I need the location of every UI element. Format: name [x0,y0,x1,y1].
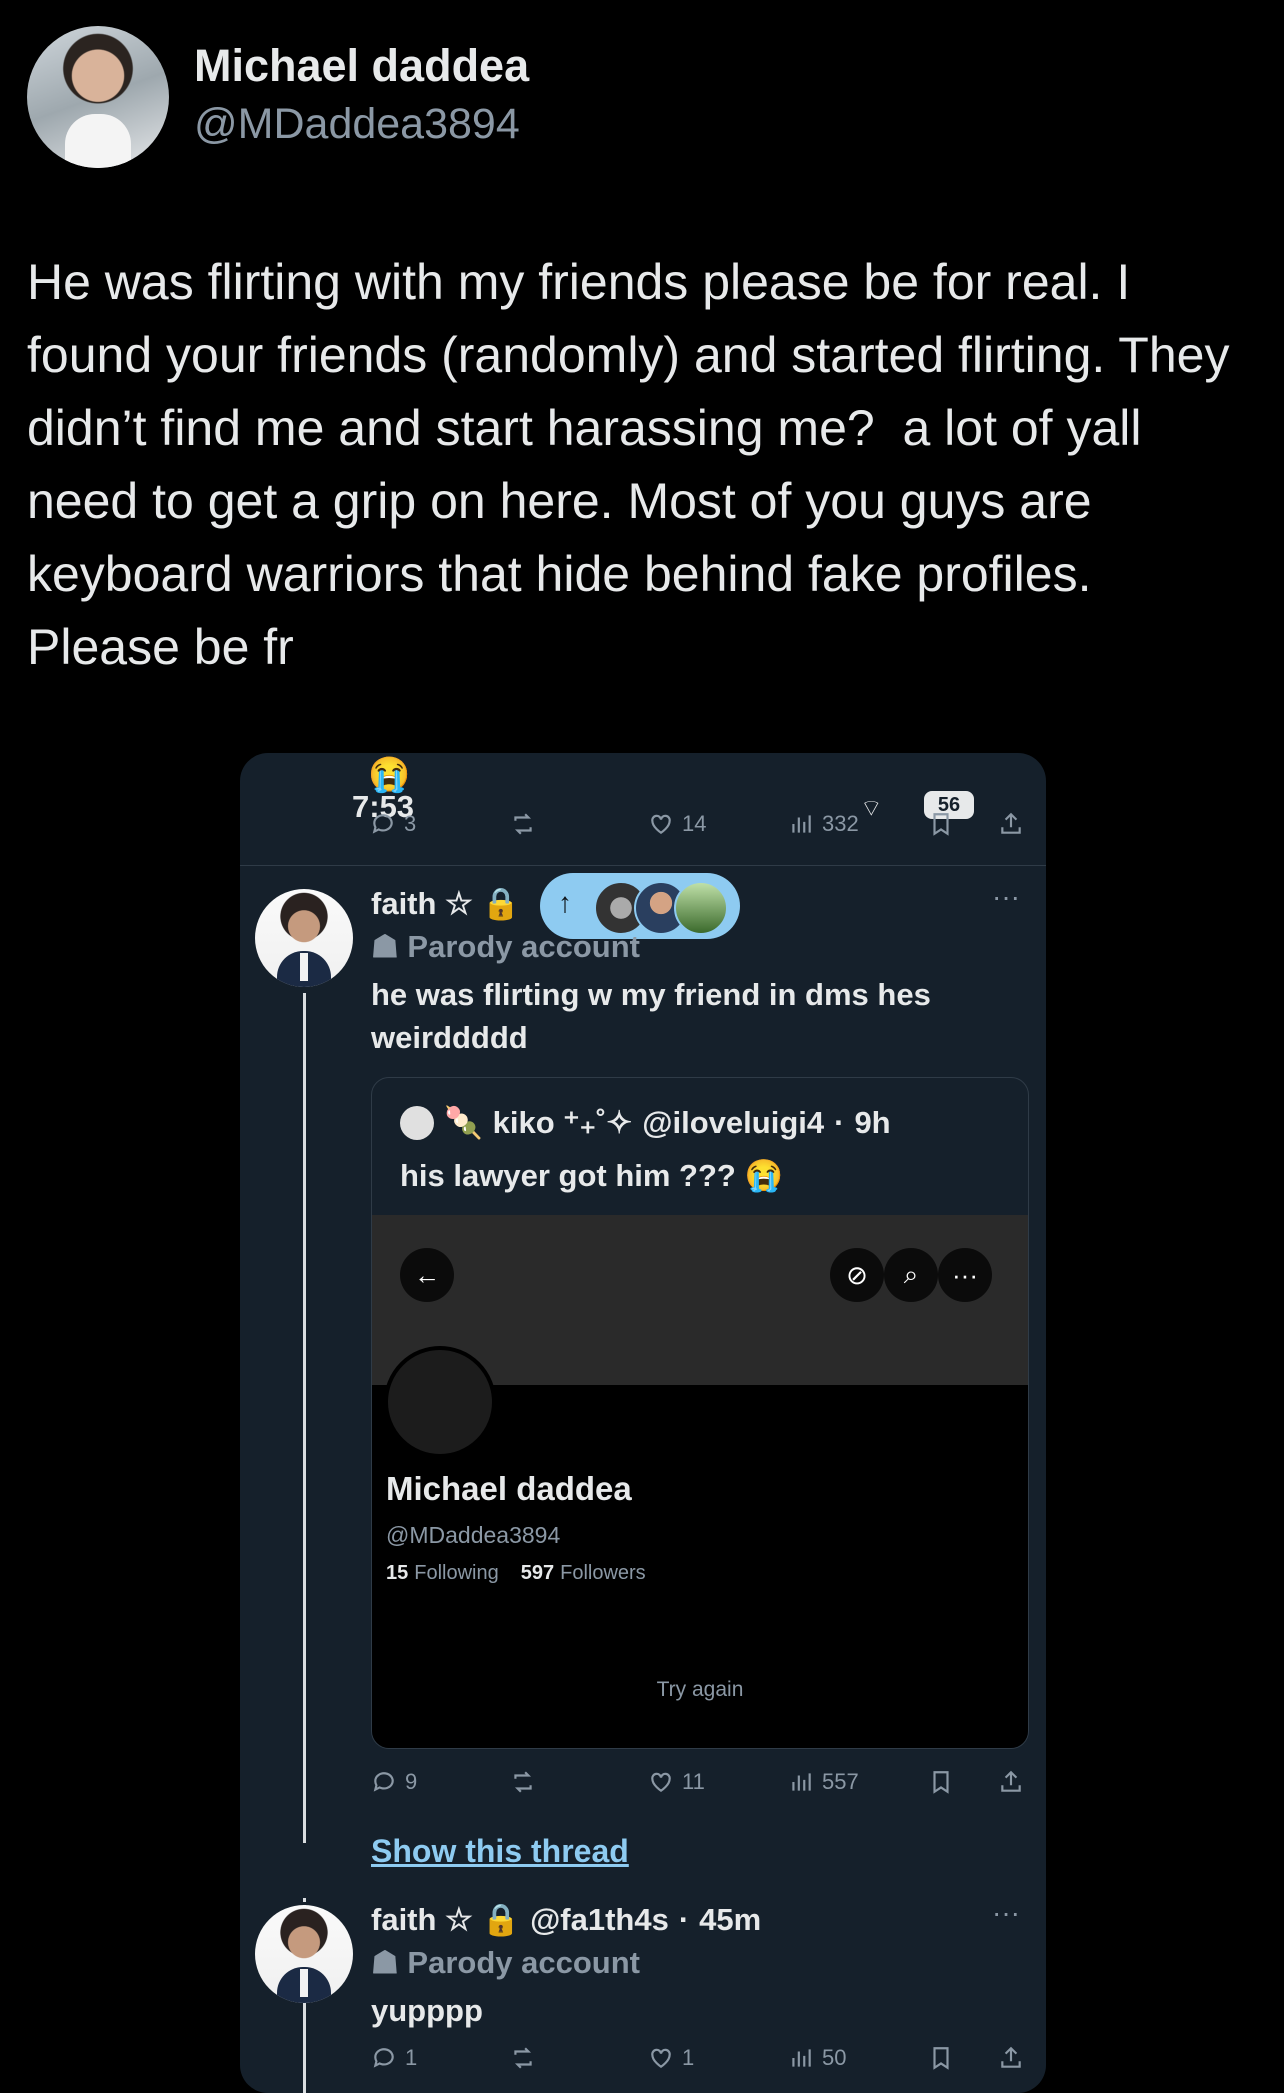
like-count: 1 [682,2045,695,2070]
mask-icon: ☗ [371,929,399,964]
post1-author[interactable]: faith ☆ 🔒 [371,885,520,922]
views-stat[interactable]: 557 [788,1769,859,1795]
bookmark-button[interactable] [928,1769,954,1795]
following-count: 15 [386,1562,409,1584]
arrow-up-icon: ↑ [558,887,572,918]
faith-avatar[interactable] [255,889,353,987]
reply-icon [373,1772,394,1792]
post2-text: yupppp [371,1993,483,2028]
reply-count: 3 [404,811,417,836]
pill-avatar-3 [674,881,728,935]
bookmark-button-2[interactable] [928,2045,954,2071]
retweet-icon [514,1771,532,1793]
author-display-name[interactable]: Michael daddea [194,40,529,92]
search-icon[interactable]: ⌕ [884,1248,938,1302]
bookmark-icon [933,1771,949,1794]
thread-line-bottom [303,2003,306,2093]
heart-icon [651,2048,671,2068]
more-icon[interactable]: ··· [938,1248,992,1302]
profile-avatar [384,1346,496,1458]
show-thread-link[interactable]: Show this thread [371,1833,629,1870]
mute-icon[interactable]: ⊘ [830,1248,884,1302]
views-icon [792,815,811,833]
like-count: 14 [682,811,707,836]
divider [240,865,1046,866]
heart-icon [651,1772,671,1792]
post2-author[interactable]: faith ☆ 🔒 @fa1th4s · 45m [371,1901,761,1938]
wifi-icon: ⌔ [860,795,883,822]
candy-icon: 🍡 [444,1105,483,1140]
profile-counts: 15 Following 597 Followers [386,1562,646,1585]
views-icon [792,1773,811,1791]
share-button[interactable] [998,1769,1024,1795]
quote-header: 🍡 kiko ⁺₊˚✧ @iloveluigi4 · 9h [400,1104,891,1141]
quote-avatar-icon [400,1105,434,1140]
bookmark-button-top[interactable] [928,811,954,837]
quoted-tweet-card[interactable]: 🍡 kiko ⁺₊˚✧ @iloveluigi4 · 9h his lawyer… [371,1077,1029,1749]
following-label: Following [414,1562,499,1584]
post1-text: he was flirting w my friend in dms hes w… [371,977,931,1055]
retweet-stat[interactable] [510,1769,536,1795]
retweet-stat-2[interactable] [510,2045,536,2071]
more-icon[interactable]: ··· [992,881,1020,913]
thread-line [303,993,306,1843]
share-button-2[interactable] [998,2045,1024,2071]
profile-handle: @MDaddea3894 [386,1522,561,1548]
views-count: 332 [822,811,859,836]
views-count: 50 [822,2045,847,2070]
views-stat-2[interactable]: 50 [788,2045,846,2071]
reply-icon [372,814,393,834]
quote-handle: @iloveluigi4 [642,1104,825,1140]
views-count: 557 [822,1769,859,1794]
reply-count: 9 [405,1769,418,1794]
share-icon [1001,1770,1021,1792]
author-avatar[interactable] [27,26,169,168]
author-handle[interactable]: @MDaddea3894 [194,100,520,149]
bookmark-icon [933,813,949,836]
like-stat-2[interactable]: 1 [648,2045,694,2071]
post2-time: 45m [699,1901,762,1937]
heart-icon [651,814,671,834]
reply-stat[interactable]: 9 [371,1769,417,1795]
share-button-top[interactable] [998,811,1024,837]
retweet-icon [514,813,532,835]
reply-stat-2[interactable]: 1 [371,2045,417,2071]
quote-text: his lawyer got him ??? 😭 [400,1158,784,1193]
reply-count: 1 [405,2045,418,2070]
share-icon [1001,2046,1021,2068]
try-again-button[interactable]: Try again [372,1678,1028,1702]
tweet-text: He was flirting with my friends please b… [27,254,1244,675]
arrow-left-icon[interactable]: ← [400,1248,454,1302]
like-stat[interactable]: 11 [648,1769,705,1795]
embedded-screenshot: 😭 7:53 3 14 332 ⌔ 56 faith ☆ 🔒 ↑ ··· ☗ P… [240,753,1046,2093]
retweet-icon [514,2047,532,2069]
profile-name: Michael daddea [386,1470,632,1507]
more-icon[interactable]: ··· [992,1897,1020,1929]
post2-parody-label: ☗ Parody account [371,1945,640,1980]
post2-handle: @fa1th4s [530,1901,669,1937]
share-icon [1001,812,1021,834]
reply-stat-top[interactable]: 3 [370,811,416,837]
quote-time: 9h [854,1104,891,1140]
like-count: 11 [682,1769,705,1794]
post1-parody-label: ☗ Parody account [371,929,640,964]
reply-icon [373,2048,394,2068]
followers-label: Followers [560,1562,646,1584]
retweet-stat-top[interactable] [510,811,536,837]
faith-avatar-2[interactable] [255,1905,353,2003]
bookmark-icon [933,2047,949,2070]
like-stat-top[interactable]: 14 [648,811,706,837]
views-icon [792,2049,811,2067]
mask-icon: ☗ [371,1945,399,1980]
quote-author: kiko ⁺₊˚✧ [492,1104,633,1140]
views-stat-top[interactable]: 332 [788,811,859,837]
followers-count: 597 [520,1562,555,1584]
